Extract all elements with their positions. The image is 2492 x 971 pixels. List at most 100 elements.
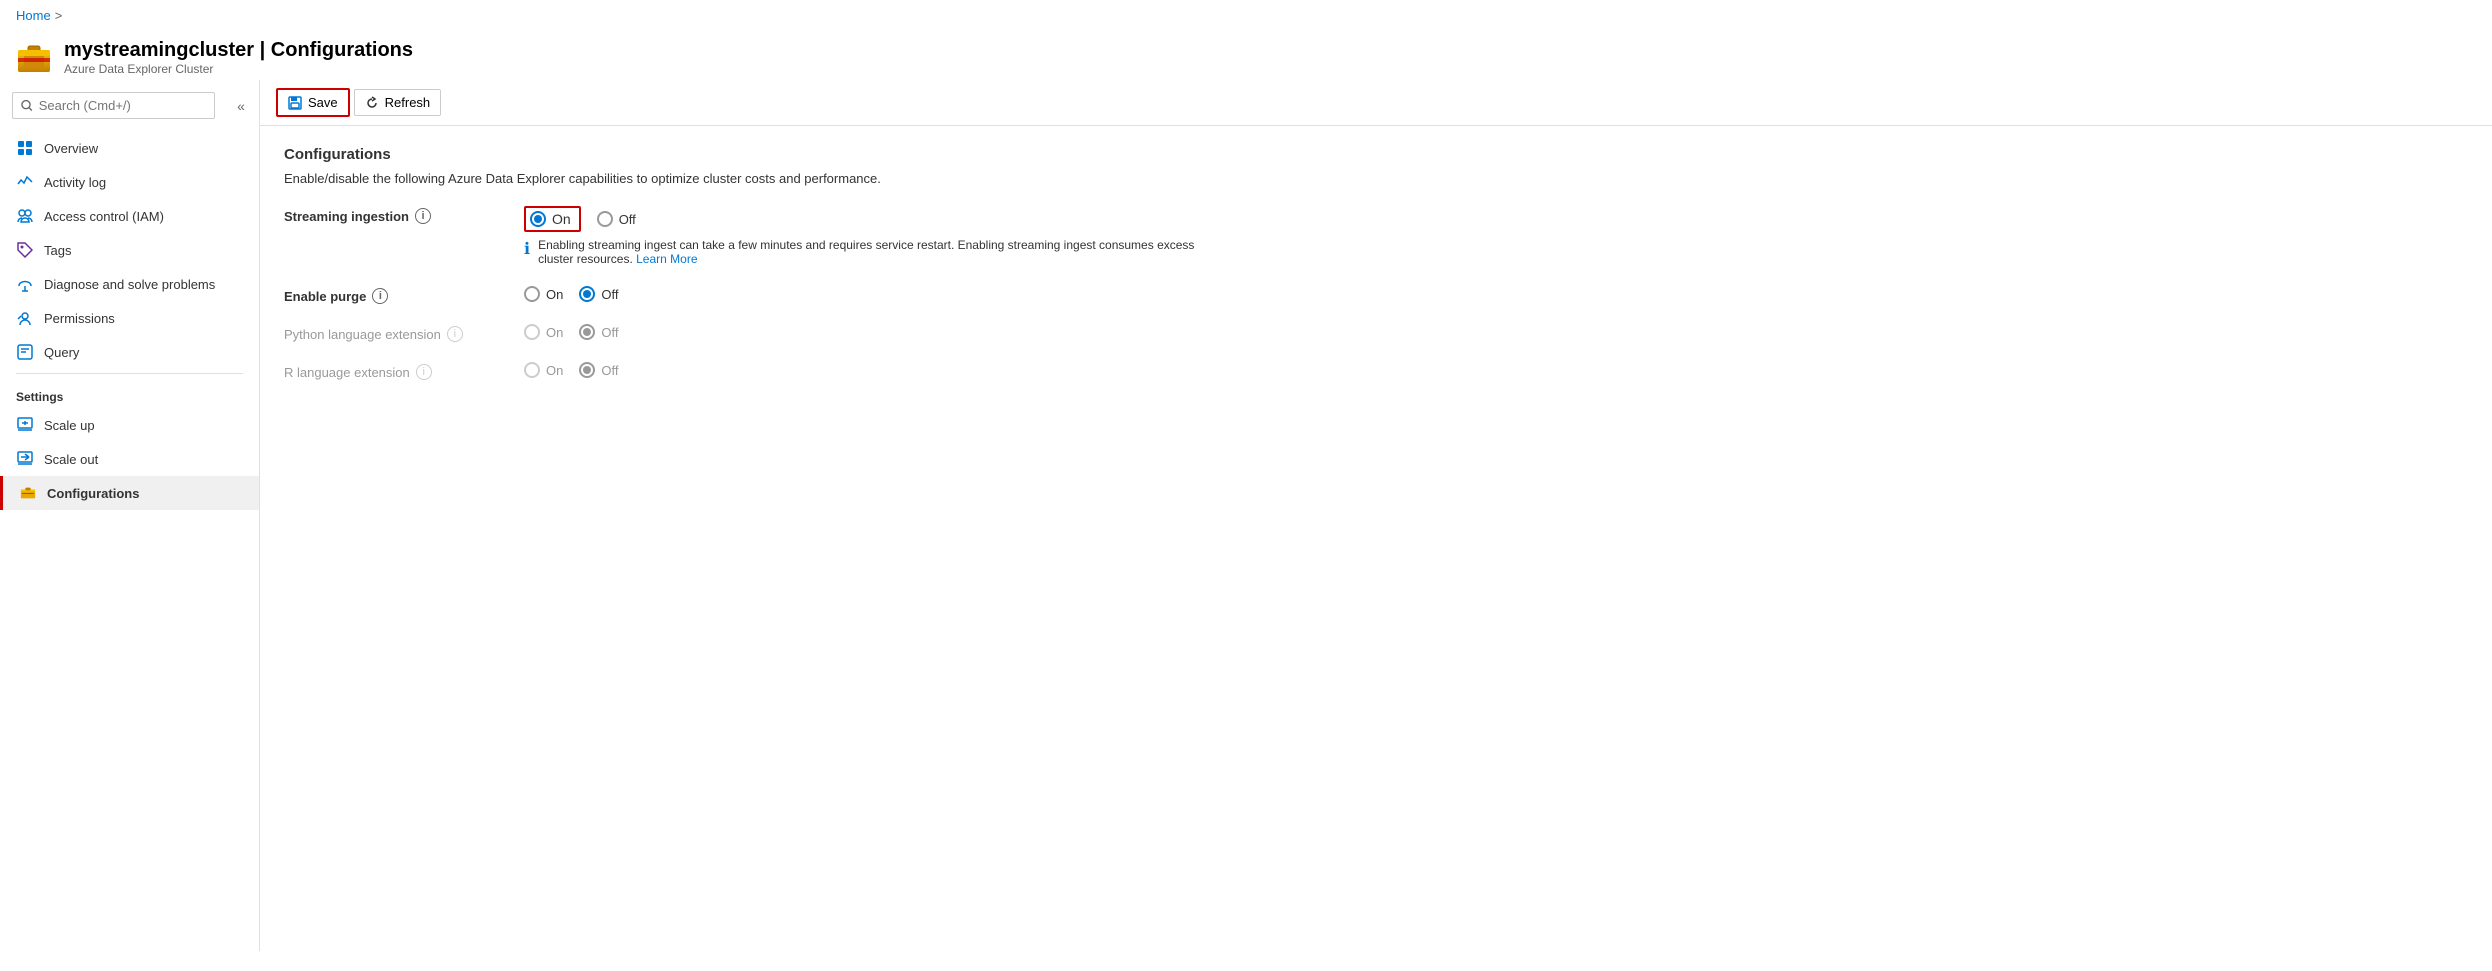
r-extension-controls: On Off <box>524 362 618 378</box>
save-button[interactable]: Save <box>276 88 350 117</box>
enable-purge-radio-group: On Off <box>524 286 618 302</box>
content-title: Configurations <box>284 146 2468 163</box>
sidebar-item-scale-out[interactable]: Scale out <box>0 442 259 476</box>
page-subtitle: Azure Data Explorer Cluster <box>64 62 413 76</box>
sidebar-item-overview[interactable]: Overview <box>0 131 259 165</box>
diagnose-label: Diagnose and solve problems <box>44 277 215 292</box>
streaming-ingestion-controls: On Off ℹ Enabling streaming ingest can t… <box>524 206 1224 266</box>
search-box[interactable] <box>12 92 215 119</box>
access-icon <box>16 207 34 225</box>
scale-out-label: Scale out <box>44 452 98 467</box>
purge-on-option[interactable]: On <box>524 286 563 302</box>
python-extension-radio-group: On Off <box>524 324 618 340</box>
diagnose-icon <box>16 275 34 293</box>
breadcrumb-separator: > <box>55 8 63 23</box>
cluster-icon <box>16 40 52 76</box>
scale-out-icon <box>16 450 34 468</box>
streaming-on-radio[interactable] <box>530 211 546 227</box>
purge-off-option[interactable]: Off <box>579 286 618 302</box>
toolbar: Save Refresh <box>260 80 2492 126</box>
breadcrumb-home[interactable]: Home <box>16 8 51 23</box>
content-description: Enable/disable the following Azure Data … <box>284 171 2468 186</box>
scale-up-label: Scale up <box>44 418 95 433</box>
overview-label: Overview <box>44 141 98 156</box>
refresh-icon <box>365 96 379 110</box>
nav-divider <box>16 373 243 374</box>
search-row: « <box>0 80 259 131</box>
breadcrumb: Home > <box>0 0 2492 31</box>
streaming-off-label: Off <box>619 212 636 227</box>
sidebar-item-configurations[interactable]: Configurations <box>0 476 259 510</box>
page-header-text: mystreamingcluster | Configurations Azur… <box>64 39 413 76</box>
activity-label: Activity log <box>44 175 106 190</box>
main-content: Save Refresh Configurations Enable/disab… <box>260 80 2492 951</box>
enable-purge-row: Enable purge i On Off <box>284 286 2468 304</box>
sidebar-item-activity-log[interactable]: Activity log <box>0 165 259 199</box>
python-off-option: Off <box>579 324 618 340</box>
sidebar-item-diagnose[interactable]: Diagnose and solve problems <box>0 267 259 301</box>
python-extension-row: Python language extension i On Off <box>284 324 2468 342</box>
r-off-label: Off <box>601 363 618 378</box>
python-extension-label: Python language extension i <box>284 324 504 342</box>
streaming-info-text: Enabling streaming ingest can take a few… <box>538 238 1224 266</box>
overview-icon <box>16 139 34 157</box>
save-label: Save <box>308 95 338 110</box>
permissions-label: Permissions <box>44 311 115 326</box>
sidebar-item-query[interactable]: Query <box>0 335 259 369</box>
r-extension-label: R language extension i <box>284 362 504 380</box>
configurations-icon <box>19 484 37 502</box>
purge-on-radio[interactable] <box>524 286 540 302</box>
python-extension-controls: On Off <box>524 324 618 340</box>
search-input[interactable] <box>39 98 206 113</box>
purge-on-label: On <box>546 287 563 302</box>
streaming-learn-more[interactable]: Learn More <box>636 252 697 266</box>
r-off-option: Off <box>579 362 618 378</box>
python-on-label: On <box>546 325 563 340</box>
streaming-ingestion-radio-group: On Off <box>524 206 1224 232</box>
activity-icon <box>16 173 34 191</box>
r-off-radio <box>579 362 595 378</box>
python-on-radio <box>524 324 540 340</box>
configurations-label: Configurations <box>47 486 139 501</box>
streaming-info-circle-icon: ℹ <box>524 239 530 259</box>
search-icon <box>21 99 33 112</box>
page-header: mystreamingcluster | Configurations Azur… <box>0 31 2492 80</box>
enable-purge-label: Enable purge i <box>284 286 504 304</box>
streaming-info-box: ℹ Enabling streaming ingest can take a f… <box>524 238 1224 266</box>
refresh-label: Refresh <box>385 95 431 110</box>
r-on-label: On <box>546 363 563 378</box>
r-info-icon[interactable]: i <box>416 364 432 380</box>
sidebar-item-tags[interactable]: Tags <box>0 233 259 267</box>
collapse-button[interactable]: « <box>227 92 255 120</box>
access-label: Access control (IAM) <box>44 209 164 224</box>
refresh-button[interactable]: Refresh <box>354 89 442 116</box>
enable-purge-controls: On Off <box>524 286 618 302</box>
purge-info-icon[interactable]: i <box>372 288 388 304</box>
save-icon <box>288 96 302 110</box>
streaming-info-icon[interactable]: i <box>415 208 431 224</box>
r-extension-radio-group: On Off <box>524 362 618 378</box>
python-off-radio <box>579 324 595 340</box>
content-area: Configurations Enable/disable the follow… <box>260 126 2492 420</box>
streaming-off-option[interactable]: Off <box>597 211 636 227</box>
sidebar-item-scale-up[interactable]: Scale up <box>0 408 259 442</box>
purge-off-radio[interactable] <box>579 286 595 302</box>
query-label: Query <box>44 345 79 360</box>
sidebar: « Overview Activity log Access control (… <box>0 80 260 951</box>
python-off-label: Off <box>601 325 618 340</box>
tags-label: Tags <box>44 243 71 258</box>
streaming-off-radio[interactable] <box>597 211 613 227</box>
scale-up-icon <box>16 416 34 434</box>
sidebar-item-access-control[interactable]: Access control (IAM) <box>0 199 259 233</box>
python-on-option: On <box>524 324 563 340</box>
r-on-option: On <box>524 362 563 378</box>
python-info-icon[interactable]: i <box>447 326 463 342</box>
tags-icon <box>16 241 34 259</box>
settings-section-label: Settings <box>0 378 259 408</box>
streaming-on-label: On <box>552 211 571 227</box>
r-on-radio <box>524 362 540 378</box>
page-title: mystreamingcluster | Configurations <box>64 39 413 62</box>
streaming-ingestion-row: Streaming ingestion i On Off <box>284 206 2468 266</box>
sidebar-item-permissions[interactable]: Permissions <box>0 301 259 335</box>
r-extension-row: R language extension i On Off <box>284 362 2468 380</box>
